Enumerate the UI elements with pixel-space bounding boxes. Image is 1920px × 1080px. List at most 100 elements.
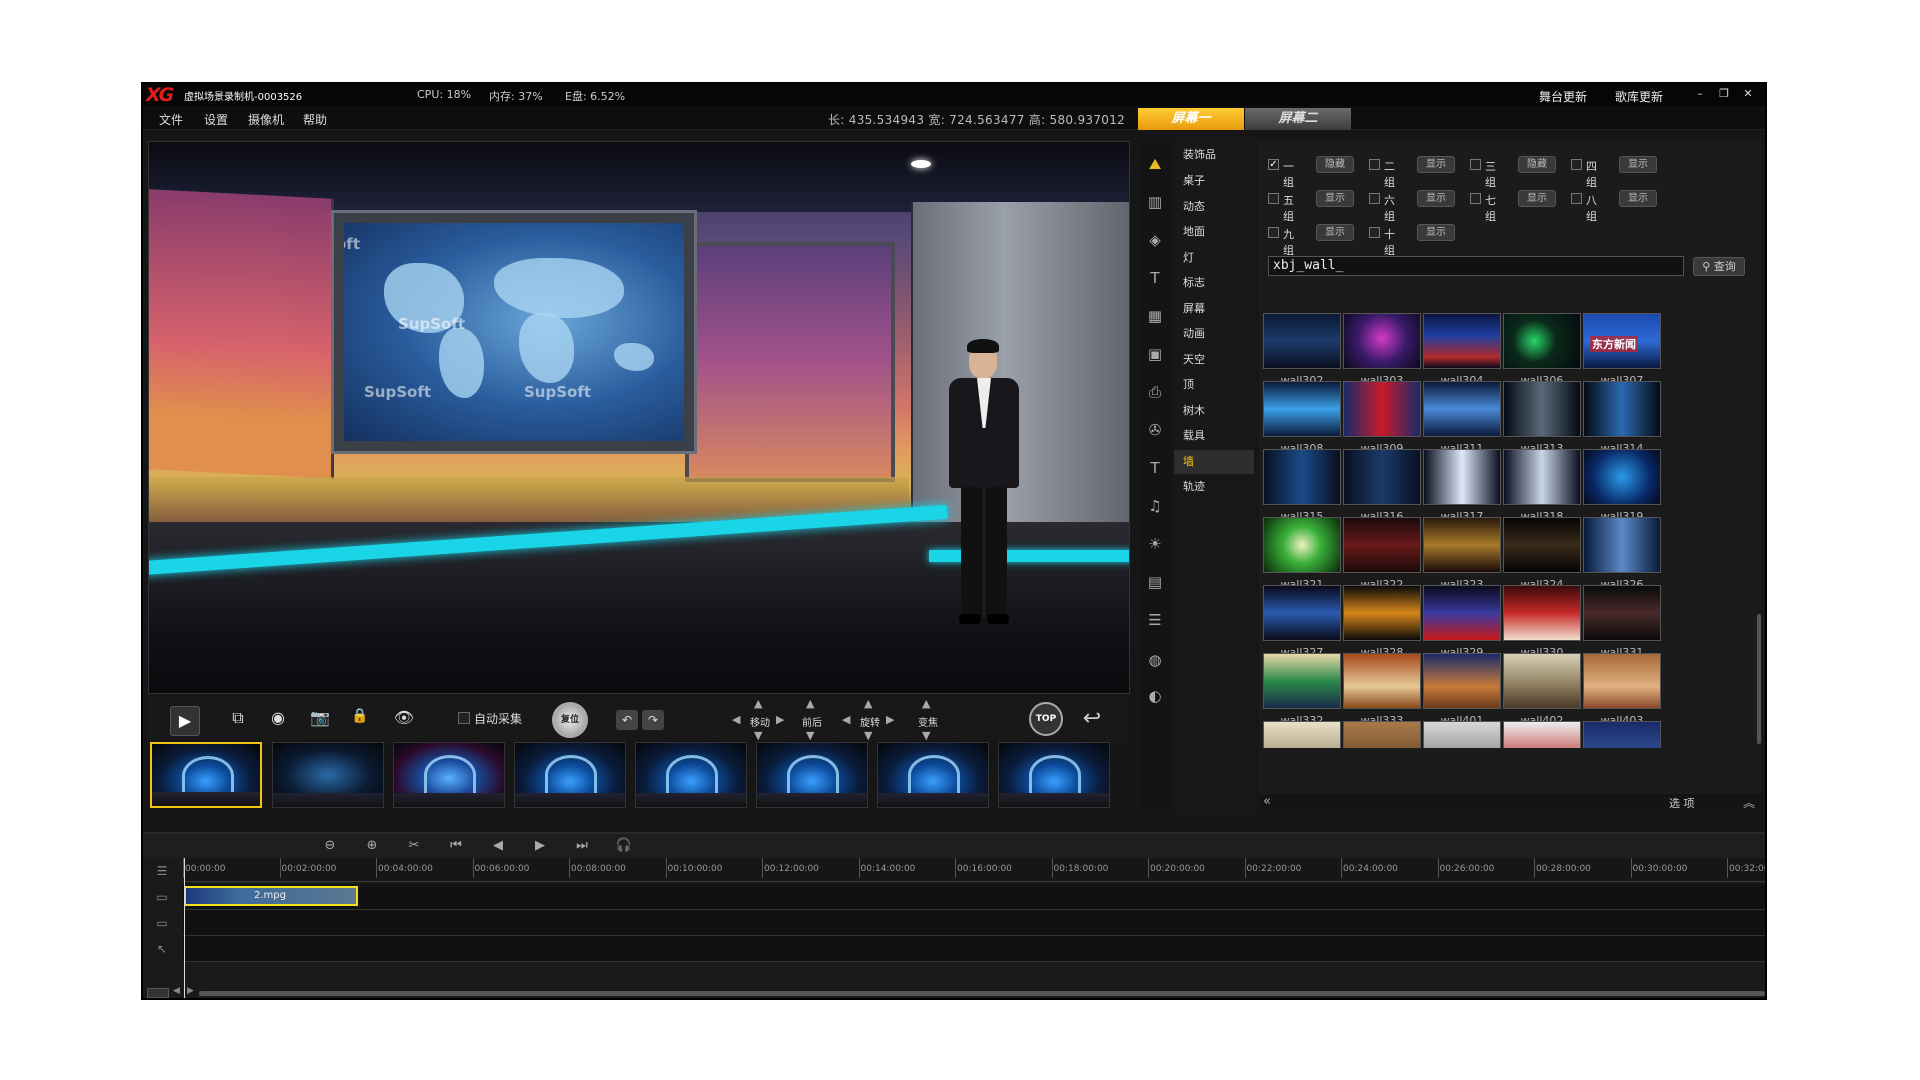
zoom-pad[interactable]: ▲ ▼ 变焦 xyxy=(900,698,956,742)
record-icon[interactable]: ◉ xyxy=(266,708,290,732)
category-item-active[interactable]: 墙 xyxy=(1174,450,1254,474)
category-item[interactable]: 轨迹 xyxy=(1174,475,1254,499)
group-toggle-button[interactable]: 隐藏 xyxy=(1518,156,1556,173)
menu-camera[interactable]: 摄像机 xyxy=(248,111,284,128)
scene-thumb[interactable] xyxy=(998,742,1110,808)
collapse-left-icon[interactable]: « xyxy=(1263,794,1271,809)
globe-icon[interactable]: ◍ xyxy=(1143,649,1167,671)
category-item[interactable]: 动态 xyxy=(1174,195,1254,219)
rotate-pad[interactable]: ▲ ▼ ◀ ▶ 旋转 xyxy=(842,698,898,742)
text-t-icon[interactable]: T xyxy=(1143,267,1167,289)
menu-help[interactable]: 帮助 xyxy=(303,111,327,128)
skip-start-icon[interactable]: ⏮ xyxy=(447,837,465,855)
cut-icon[interactable]: ✂ xyxy=(405,837,423,855)
redo-button[interactable]: ↷ xyxy=(642,710,664,730)
group-toggle-button[interactable]: 显示 xyxy=(1619,156,1657,173)
scroll-left-icon[interactable]: ◀ xyxy=(173,986,180,996)
asset-tile[interactable] xyxy=(1421,721,1503,748)
scene-preview[interactable]: oft SupSoft SupSoft SupSoft xyxy=(148,141,1130,694)
eye-icon[interactable]: 👁 xyxy=(392,708,416,732)
scene-thumb[interactable] xyxy=(877,742,989,808)
category-item[interactable]: 树木 xyxy=(1174,399,1254,423)
minimize-button[interactable]: – xyxy=(1693,86,1707,102)
category-item[interactable]: 灯 xyxy=(1174,246,1254,270)
menu-file[interactable]: 文件 xyxy=(159,111,183,128)
search-button[interactable]: ⚲ 查询 xyxy=(1693,257,1745,276)
category-item[interactable]: 地面 xyxy=(1174,220,1254,244)
headphones-icon[interactable]: 🎧 xyxy=(615,837,633,855)
scene-thumb[interactable] xyxy=(150,742,262,808)
category-item[interactable]: 标志 xyxy=(1174,271,1254,295)
asset-tile[interactable] xyxy=(1261,721,1343,748)
move-pad[interactable]: ▲ ▼ ◀ ▶ 移动 xyxy=(732,698,788,742)
track-list-icon[interactable]: ☰ xyxy=(151,864,173,882)
group-toggle-button[interactable]: 显示 xyxy=(1316,190,1354,207)
group-checkbox[interactable] xyxy=(1369,193,1380,204)
scene-thumb[interactable] xyxy=(635,742,747,808)
scene-thumb[interactable] xyxy=(756,742,868,808)
group-toggle-button[interactable]: 显示 xyxy=(1417,190,1455,207)
options-button[interactable]: 选 项 xyxy=(1669,795,1695,811)
scene-thumb[interactable] xyxy=(393,742,505,808)
audio-track[interactable] xyxy=(183,936,1765,962)
group-checkbox[interactable] xyxy=(1369,227,1380,238)
group-checkbox[interactable] xyxy=(1268,193,1279,204)
asset-tile[interactable] xyxy=(1501,721,1583,748)
front-back-pad[interactable]: ▲ ▼ 前后 xyxy=(784,698,840,742)
menu-settings[interactable]: 设置 xyxy=(204,111,228,128)
group-toggle-button[interactable]: 显示 xyxy=(1316,224,1354,241)
step-forward-icon[interactable]: ▶ xyxy=(531,837,549,855)
group-toggle-button[interactable]: 显示 xyxy=(1417,156,1455,173)
group-checkbox[interactable] xyxy=(1571,159,1582,170)
layers-icon[interactable]: ◈ xyxy=(1143,229,1167,251)
reset-button[interactable]: 复位 xyxy=(552,702,588,738)
palette-icon[interactable]: ◐ xyxy=(1143,685,1167,707)
asset-tile[interactable] xyxy=(1581,721,1663,748)
reel-icon[interactable]: ✇ xyxy=(1143,419,1167,441)
auto-capture-checkbox[interactable] xyxy=(458,712,470,724)
expand-up-icon[interactable]: ︽ xyxy=(1743,794,1755,811)
top-view-button[interactable]: TOP xyxy=(1029,702,1063,736)
category-item[interactable]: 屏幕 xyxy=(1174,297,1254,321)
film-strip-icon[interactable]: ▦ xyxy=(1143,305,1167,327)
asset-scrollbar[interactable] xyxy=(1757,614,1761,744)
group-checkbox[interactable]: ✓ xyxy=(1268,159,1279,170)
restore-button[interactable]: ❐ xyxy=(1717,86,1731,102)
playhead[interactable] xyxy=(184,858,185,998)
time-ruler[interactable]: 00:00:00 00:02:00:00 00:04:00:00 00:06:00:0… xyxy=(183,858,1765,882)
timeline-scrollbar[interactable] xyxy=(199,991,1765,996)
asset-tile[interactable] xyxy=(1341,721,1423,748)
printer-icon[interactable]: ⎙ xyxy=(1143,381,1167,403)
group-toggle-button[interactable]: 隐藏 xyxy=(1316,156,1354,173)
library-update-link[interactable]: 歌库更新 xyxy=(1615,88,1663,105)
stage-icon[interactable]: ⛰ xyxy=(1143,153,1167,175)
group-checkbox[interactable] xyxy=(1369,159,1380,170)
scene-thumb[interactable] xyxy=(514,742,626,808)
layers-toggle-icon[interactable]: ⧉ xyxy=(226,708,250,732)
camera-snapshot-icon[interactable]: 📷 xyxy=(308,708,332,732)
group-checkbox[interactable] xyxy=(1470,159,1481,170)
close-button[interactable]: ✕ xyxy=(1741,86,1755,102)
track-settings-icon[interactable] xyxy=(147,988,169,998)
category-item[interactable]: 桌子 xyxy=(1174,169,1254,193)
group-toggle-button[interactable]: 显示 xyxy=(1619,190,1657,207)
category-item[interactable]: 顶 xyxy=(1174,373,1254,397)
lock-icon[interactable]: 🔒 xyxy=(348,708,372,732)
asset-search-input[interactable]: xbj_wall_ xyxy=(1268,256,1684,276)
save-icon[interactable]: ▤ xyxy=(1143,571,1167,593)
music-icon[interactable]: ♫ xyxy=(1143,495,1167,517)
step-back-icon[interactable]: ◀ xyxy=(489,837,507,855)
group-checkbox[interactable] xyxy=(1470,193,1481,204)
undo-button[interactable]: ↶ xyxy=(616,710,638,730)
light-icon[interactable]: ☀ xyxy=(1143,533,1167,555)
text-icon[interactable]: T xyxy=(1143,457,1167,479)
tab-screen-2[interactable]: 屏幕二 xyxy=(1245,108,1351,130)
list-icon[interactable]: ☰ xyxy=(1143,609,1167,631)
group-checkbox[interactable] xyxy=(1571,193,1582,204)
group-checkbox[interactable] xyxy=(1268,227,1279,238)
group-toggle-button[interactable]: 显示 xyxy=(1417,224,1455,241)
category-item[interactable]: 载具 xyxy=(1174,424,1254,448)
overlay-track[interactable] xyxy=(183,910,1765,936)
skip-end-icon[interactable]: ⏭ xyxy=(573,837,591,855)
category-item[interactable]: 动画 xyxy=(1174,322,1254,346)
